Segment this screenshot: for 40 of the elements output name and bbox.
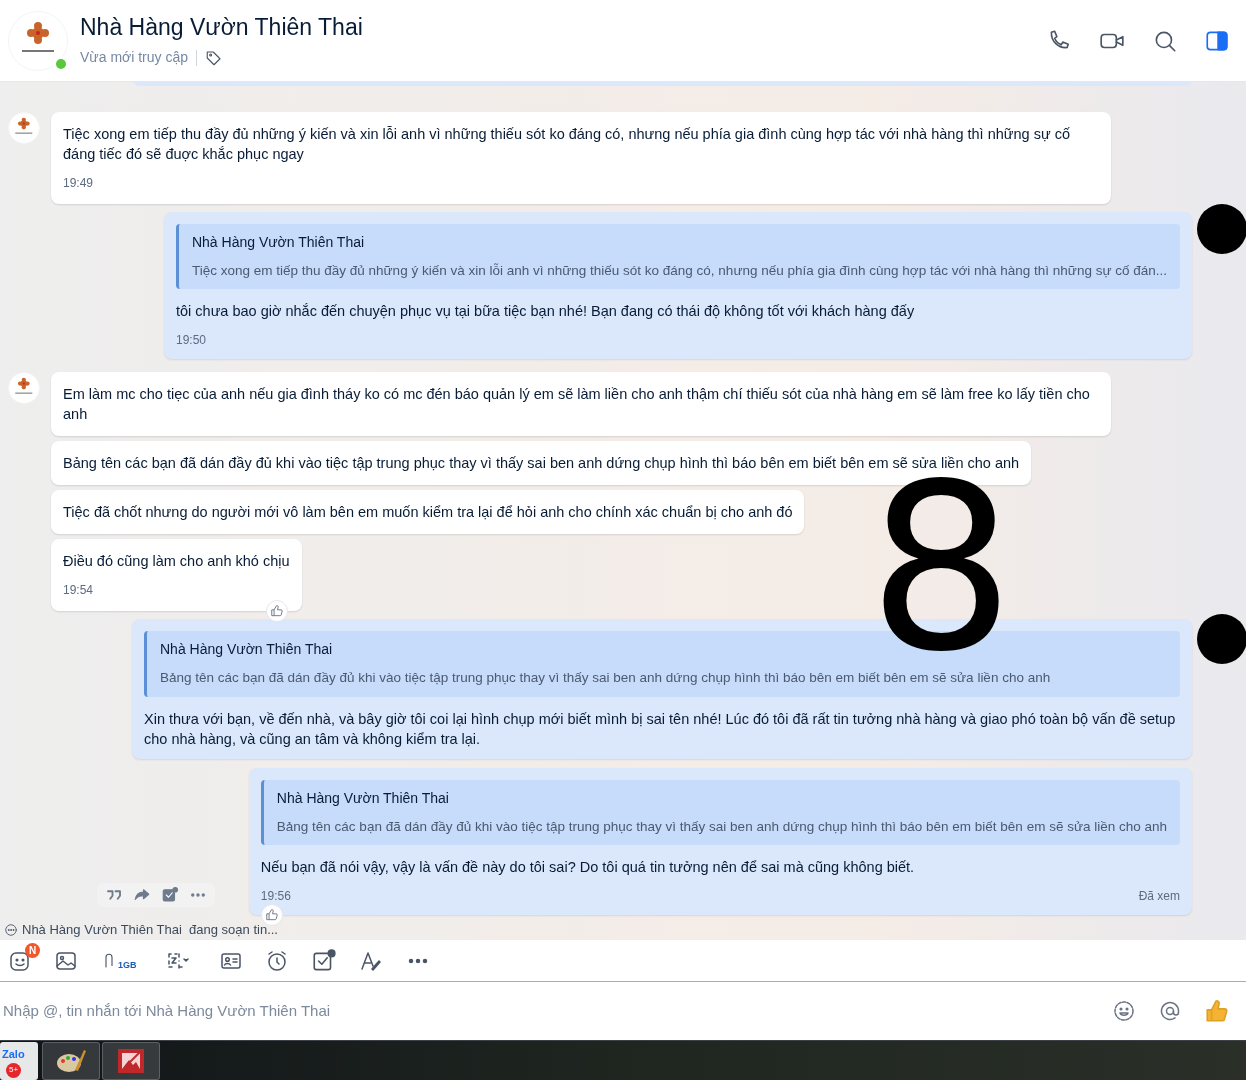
message-text: Tiệc xong em tiếp thu đầy đủ những ý kiến và xin lỗi anh vì những thiếu sót ko đáng có, nhưng nếu phía gia đình cùng hợp tác với nhà hàng thì những sự cố đáng tiếc đó sẽ đuợc khắc phục ngay <box>63 125 1071 164</box>
notification-badge: N <box>25 942 40 958</box>
sender-avatar[interactable] <box>8 372 40 405</box>
sender-avatar[interactable] <box>8 112 40 144</box>
last-seen-status: Vừa mới truy cập <box>80 48 189 68</box>
message-text: Điều đó cũng làm cho anh khó chịu <box>63 552 290 572</box>
chat-bubble-icon <box>4 923 18 937</box>
seen-status: Đã xem <box>1138 887 1180 905</box>
message-text: Xin thưa với bạn, về đến nhà, và bây giờ tôi coi lại hình chụp mới biết mình bị sai tên nhé! Lúc đó tôi đã rất tin tưởng nhà hàng và giao phó toàn bộ vấn đề setup cho nhà hàng, và cũng an tâm và không kiểm tra lại. <box>144 709 1177 749</box>
message-text: Nếu bạn đã nói vậy, vậy là vấn đề này do tôi sai? Do tôi quá tin tưởng nên để sai mà cũng không biết. <box>260 857 916 877</box>
message-text: Tiệc đã chốt nhưng do người mới vô làm bên em muốn kiểm tra lại để hỏi anh cho chính xác chuẩn bị cho anh đó <box>63 503 793 523</box>
quoted-message[interactable]: Nhà Hàng Vườn Thiên Thai Tiệc xong em tiếp thu đầy đủ những ý kiến và xin lỗi anh vì những thiếu sót ko đáng có, nhưng nếu phía gia đình cùng hợp tác với nhà hàng thì những sự cố đán... <box>175 224 1180 290</box>
picture-editor-icon <box>117 1047 145 1074</box>
message-time: 19:54 <box>63 582 94 600</box>
typing-indicator: Nhà Hàng Vườn Thiên Thai đang soạn tin... <box>22 921 278 940</box>
message-text: Em làm mc cho tiẹc của anh nếu gia đình tháy ko có mc đén báo quản lý em sẽ làm liền cho anh thậm chí thiếu sót của nhà hàng em sẽ làm free ko lấy tiền cho anh <box>63 385 1091 425</box>
notification-badge: 5+ <box>6 1062 21 1078</box>
file-size-limit: 1GB <box>118 959 137 972</box>
mention-icon[interactable] <box>1158 999 1182 1023</box>
message-time: 19:56 <box>260 887 291 905</box>
taskbar-app-button[interactable]: Zalo 5+ <box>0 1041 38 1080</box>
quote-text: Bảng tên các bạn đã dán đầy đủ khi vào tiệc tập trung phục thay vì thấy sai ben anh dứng chụp hình thì báo bên em biết bên em sẽ sửa liền cho anh <box>276 817 1167 836</box>
message-input[interactable]: Nhập @, tin nhắn tới Nhà Hàng Vườn Thiên Thai <box>3 999 1112 1023</box>
quote-author: Nhà Hàng Vườn Thiên Thai <box>276 788 450 808</box>
message-time: 19:49 <box>63 175 94 192</box>
quote-author: Nhà Hàng Vườn Thiên Thai <box>191 233 366 252</box>
app-label: Zalo <box>2 1046 25 1062</box>
tag-icon[interactable] <box>205 48 224 67</box>
quote-text: Tiệc xong em tiếp thu đầy đủ những ý kiến và xin lỗi anh vì những thiếu sót ko đáng có, nhưng nếu phía gia đình cùng hợp tác với nhà hàng thì những sự cố đán... <box>191 262 1167 280</box>
task-add-icon[interactable] <box>161 885 179 904</box>
quote-author: Nhà Hàng Vườn Thiên Thai <box>160 640 334 660</box>
quoted-message[interactable]: Nhà Hàng Vườn Thiên Thai Bảng tên các bạn đã dán đầy đủ khi vào tiệc tập trung phục thay vì thấy sai ben anh dứng chụp hình thì báo bên em biết bên em sẽ sửa liền cho anh <box>260 779 1180 845</box>
contact-name: Nhà Hàng Vườn Thiên Thai <box>80 12 363 42</box>
taskbar-app-button[interactable] <box>102 1041 160 1080</box>
thumbs-up-icon[interactable] <box>1204 998 1230 1024</box>
taskbar-app-button[interactable] <box>42 1041 100 1080</box>
emoji-icon[interactable] <box>1112 999 1136 1023</box>
message-time: 19:50 <box>175 332 206 350</box>
message-text: tôi chưa bao giờ nhắc đến chuyện phục vụ tại bữa tiệc bạn nhé! Bạn đang có thái độ không tốt với khách hàng đấy <box>175 302 916 322</box>
quote-text: Bảng tên các bạn đã dán đầy đủ khi vào tiệc tập trung phục thay vì thấy sai ben anh dứng chụp hình thì báo bên em biết bên em sẽ sửa liền cho anh <box>160 669 1052 688</box>
